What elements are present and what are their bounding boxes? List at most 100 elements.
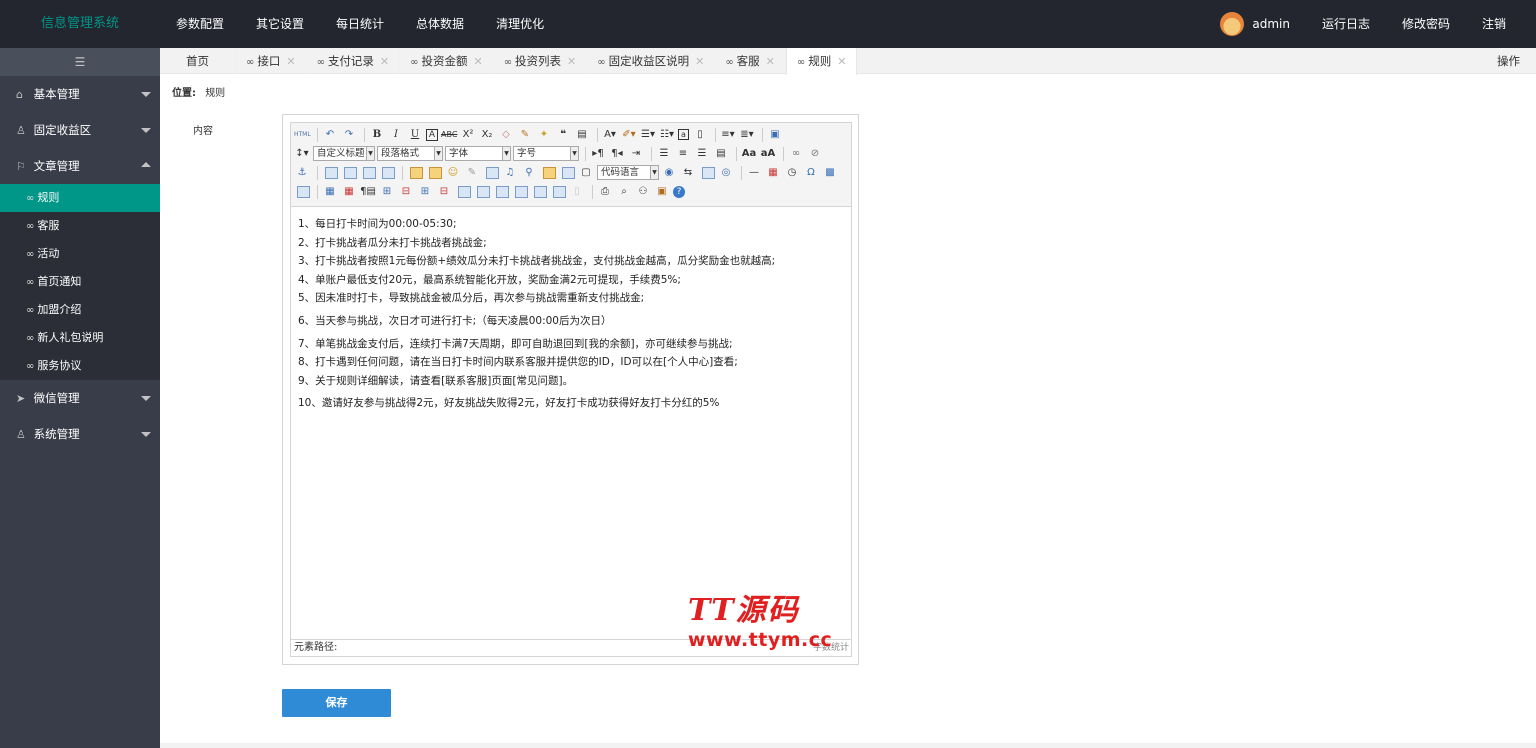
italic-icon[interactable]: I [388, 127, 404, 143]
underline-icon[interactable]: U [407, 127, 423, 143]
code-language-select[interactable]: 代码语言 ▼ [597, 165, 659, 180]
horizontal-rule-icon[interactable]: — [746, 165, 762, 181]
tab-service[interactable]: ∞ 客服 ✕ [715, 48, 786, 74]
logout-link[interactable]: 注销 [1466, 0, 1522, 48]
delete-row-icon[interactable]: ⊟ [398, 184, 414, 200]
select-all-icon[interactable]: a [678, 129, 689, 140]
split-rows-icon[interactable] [534, 185, 547, 198]
sidebar-group-wechat[interactable]: ➤ 微信管理 [0, 380, 160, 416]
sidebar-item-service[interactable]: ∞ 客服 [0, 212, 160, 240]
uppercase-icon[interactable]: Aa [741, 146, 757, 162]
search-replace-icon[interactable] [297, 185, 310, 198]
link-icon[interactable]: ∞ [788, 146, 804, 162]
paragraph-format-select[interactable]: 段落格式 ▼ [377, 146, 443, 161]
sidebar-group-articles[interactable]: ⚐ 文章管理 [0, 148, 160, 184]
insert-video-icon[interactable] [486, 166, 499, 179]
html-source-icon[interactable]: HTML [294, 127, 311, 143]
font-family-select[interactable]: 字体 ▼ [445, 146, 511, 161]
anchor-icon[interactable]: ⚓ [294, 165, 310, 181]
save-button[interactable]: 保存 [282, 689, 391, 717]
change-password-link[interactable]: 修改密码 [1386, 0, 1466, 48]
editor-content[interactable]: 1、每日打卡时间为00:00-05:30; 2、打卡挑战者瓜分未打卡挑战者挑战金… [291, 207, 851, 639]
align-right-icon[interactable]: ☰ [694, 146, 710, 162]
simple-upload-icon[interactable] [410, 166, 423, 179]
redo-icon[interactable]: ↷ [341, 127, 357, 143]
paste-plain-icon[interactable]: ▤ [574, 127, 590, 143]
indent-icon[interactable]: ⇥ [628, 146, 644, 162]
music-icon[interactable]: ♫ [502, 165, 518, 181]
template-icon[interactable]: ◉ [661, 165, 677, 181]
font-border-icon[interactable]: A [426, 128, 438, 141]
wordimage-icon[interactable]: ▩ [822, 165, 838, 181]
background-icon[interactable] [702, 166, 715, 179]
attachment-icon[interactable]: ⚲ [521, 165, 537, 181]
split-cells-icon[interactable] [515, 185, 528, 198]
align-justify-icon[interactable]: ▤ [713, 146, 729, 162]
row-spacing-bottom-icon[interactable]: ≣▾ [739, 127, 755, 143]
ordered-list-icon[interactable]: ☰▾ [640, 127, 656, 143]
tab-rules[interactable]: ∞ 规则 ✕ [785, 48, 858, 75]
map-icon[interactable] [543, 166, 556, 179]
unlink-icon[interactable]: ⊘ [807, 146, 823, 162]
image-none-icon[interactable] [325, 166, 338, 179]
unordered-list-icon[interactable]: ☷▾ [659, 127, 675, 143]
bold-icon[interactable]: B [369, 127, 385, 143]
subscript-icon[interactable]: X₂ [479, 127, 495, 143]
auto-format-icon[interactable]: ✦ [536, 127, 552, 143]
undo-icon[interactable]: ↶ [322, 127, 338, 143]
merge-right-icon[interactable] [477, 185, 490, 198]
topnav-item-other-settings[interactable]: 其它设置 [240, 0, 320, 48]
sidebar-toggle-icon[interactable]: ☰ [0, 48, 160, 76]
topnav-item-overall-data[interactable]: 总体数据 [400, 0, 480, 48]
insert-col-icon[interactable]: ⊞ [417, 184, 433, 200]
help-icon[interactable]: ? [673, 185, 685, 198]
custom-title-select[interactable]: 自定义标题 ▼ [313, 146, 375, 161]
font-size-select[interactable]: 字号 ▼ [513, 146, 579, 161]
tab-payment-records[interactable]: ∞ 支付记录 ✕ [307, 48, 401, 74]
insert-frame-icon[interactable]: ▢ [578, 165, 594, 181]
image-right-icon[interactable] [363, 166, 376, 179]
scrawl-icon[interactable]: ✎ [464, 165, 480, 181]
sidebar-item-rules[interactable]: ∞ 规则 [0, 184, 160, 212]
fullscreen-icon[interactable]: ▣ [767, 127, 783, 143]
superscript-icon[interactable]: X² [460, 127, 476, 143]
close-icon[interactable]: ✕ [380, 55, 389, 68]
merge-cells-icon[interactable] [458, 185, 471, 198]
tab-interface[interactable]: ∞ 接口 ✕ [236, 48, 307, 74]
tab-home[interactable]: 首页 [160, 48, 236, 74]
font-color-icon[interactable]: A▾ [602, 127, 618, 143]
run-log-link[interactable]: 运行日志 [1306, 0, 1386, 48]
rtl-icon[interactable]: ¶◂ [609, 146, 625, 162]
sidebar-group-basic[interactable]: ⌂ 基本管理 [0, 76, 160, 112]
insert-row-icon[interactable]: ⊞ [379, 184, 395, 200]
preview-icon[interactable]: ⌕ [616, 184, 632, 200]
sidebar-group-fixed-income[interactable]: ♙ 固定收益区 [0, 112, 160, 148]
close-icon[interactable]: ✕ [567, 55, 576, 68]
sidebar-item-service-agreement[interactable]: ∞ 服务协议 [0, 352, 160, 380]
tab-operations-button[interactable]: 操作 [1497, 48, 1520, 74]
delete-col-icon[interactable]: ⊟ [436, 184, 452, 200]
format-brush-icon[interactable]: ✎ [517, 127, 533, 143]
gmap-icon[interactable] [562, 166, 575, 179]
split-cols-icon[interactable] [553, 185, 566, 198]
special-chars-icon[interactable]: Ω [803, 165, 819, 181]
page-break-icon[interactable]: ⇆ [680, 165, 696, 181]
tab-investment-amount[interactable]: ∞ 投资金额 ✕ [400, 48, 494, 74]
sidebar-item-franchise[interactable]: ∞ 加盟介绍 [0, 296, 160, 324]
row-spacing-top-icon[interactable]: ≡▾ [720, 127, 736, 143]
user-menu[interactable]: admin [1204, 0, 1306, 48]
topnav-item-daily-stats[interactable]: 每日统计 [320, 0, 400, 48]
insert-table-icon[interactable]: ▦ [322, 184, 338, 200]
line-height-icon[interactable]: ↕▾ [294, 146, 310, 162]
blockquote-icon[interactable]: ❝ [555, 127, 571, 143]
image-left-icon[interactable] [344, 166, 357, 179]
chart-icon[interactable]: ▯ [569, 184, 585, 200]
clear-doc-icon[interactable]: ▯ [692, 127, 708, 143]
insert-paragraph-before-table-icon[interactable]: ¶▤ [360, 184, 376, 200]
close-icon[interactable]: ✕ [766, 55, 775, 68]
topnav-item-cleanup[interactable]: 清理优化 [480, 0, 560, 48]
eraser-icon[interactable]: ◇ [498, 127, 514, 143]
sidebar-item-newbie-gift[interactable]: ∞ 新人礼包说明 [0, 324, 160, 352]
topnav-item-params[interactable]: 参数配置 [160, 0, 240, 48]
align-left-icon[interactable]: ☰ [656, 146, 672, 162]
